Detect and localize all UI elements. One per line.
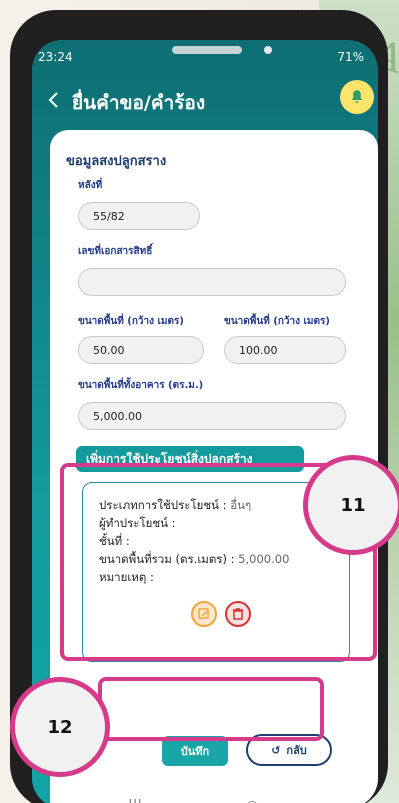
highlight-actions [98, 677, 324, 741]
nav-back-icon[interactable]: ‹ [362, 798, 368, 803]
back-arrow-button[interactable] [42, 86, 66, 114]
notch [172, 46, 242, 54]
battery-status: 71% [337, 50, 364, 64]
callout-12: 12 [10, 677, 110, 777]
app-header: ยื่นคำขอ/คำร้อง [32, 80, 378, 128]
length-field[interactable]: 100.00 [224, 336, 346, 364]
nav-home-icon[interactable]: ○ [246, 798, 258, 803]
house-no-label: หลังที่ [78, 180, 103, 191]
notification-button[interactable] [340, 80, 374, 114]
title-deed-field[interactable] [78, 268, 346, 296]
return-label: กลับ [286, 744, 307, 757]
width-label: ขนาดพื้นที่ (กว้าง เมตร) [78, 316, 184, 327]
total-area-label: ขนาดพื้นที่ทั้งอาคาร (ตร.ม.) [78, 380, 204, 391]
status-time: 23:24 [38, 50, 73, 64]
camera-icon [264, 46, 272, 54]
nav-recent-icon[interactable]: ||| [128, 798, 142, 803]
house-no-field[interactable]: 55/82 [78, 202, 200, 230]
callout-11: 11 [303, 455, 399, 555]
system-nav-bar: ||| ○ ‹ [128, 796, 368, 803]
page-title: ยื่นคำขอ/คำร้อง [72, 92, 206, 114]
section-title: ขอมูลสงปลูกสราง [66, 154, 167, 169]
length-label: ขนาดพื้นที่ (กว้าง เมตร) [224, 316, 330, 327]
total-area-field[interactable]: 5,000.00 [78, 402, 346, 430]
status-bar: 23:24 71% [32, 40, 378, 68]
title-deed-label: เลขที่เอกสารสิทธิ์ [78, 246, 153, 257]
chevron-left-icon [48, 92, 58, 108]
width-field[interactable]: 50.00 [78, 336, 204, 364]
bell-icon [351, 90, 363, 103]
undo-icon: ↺ [271, 743, 281, 757]
screenshot-stage: DEPA 23:24 71% ยื่นคำขอ/คำร้อง ขอมูลสงปล… [0, 0, 399, 803]
